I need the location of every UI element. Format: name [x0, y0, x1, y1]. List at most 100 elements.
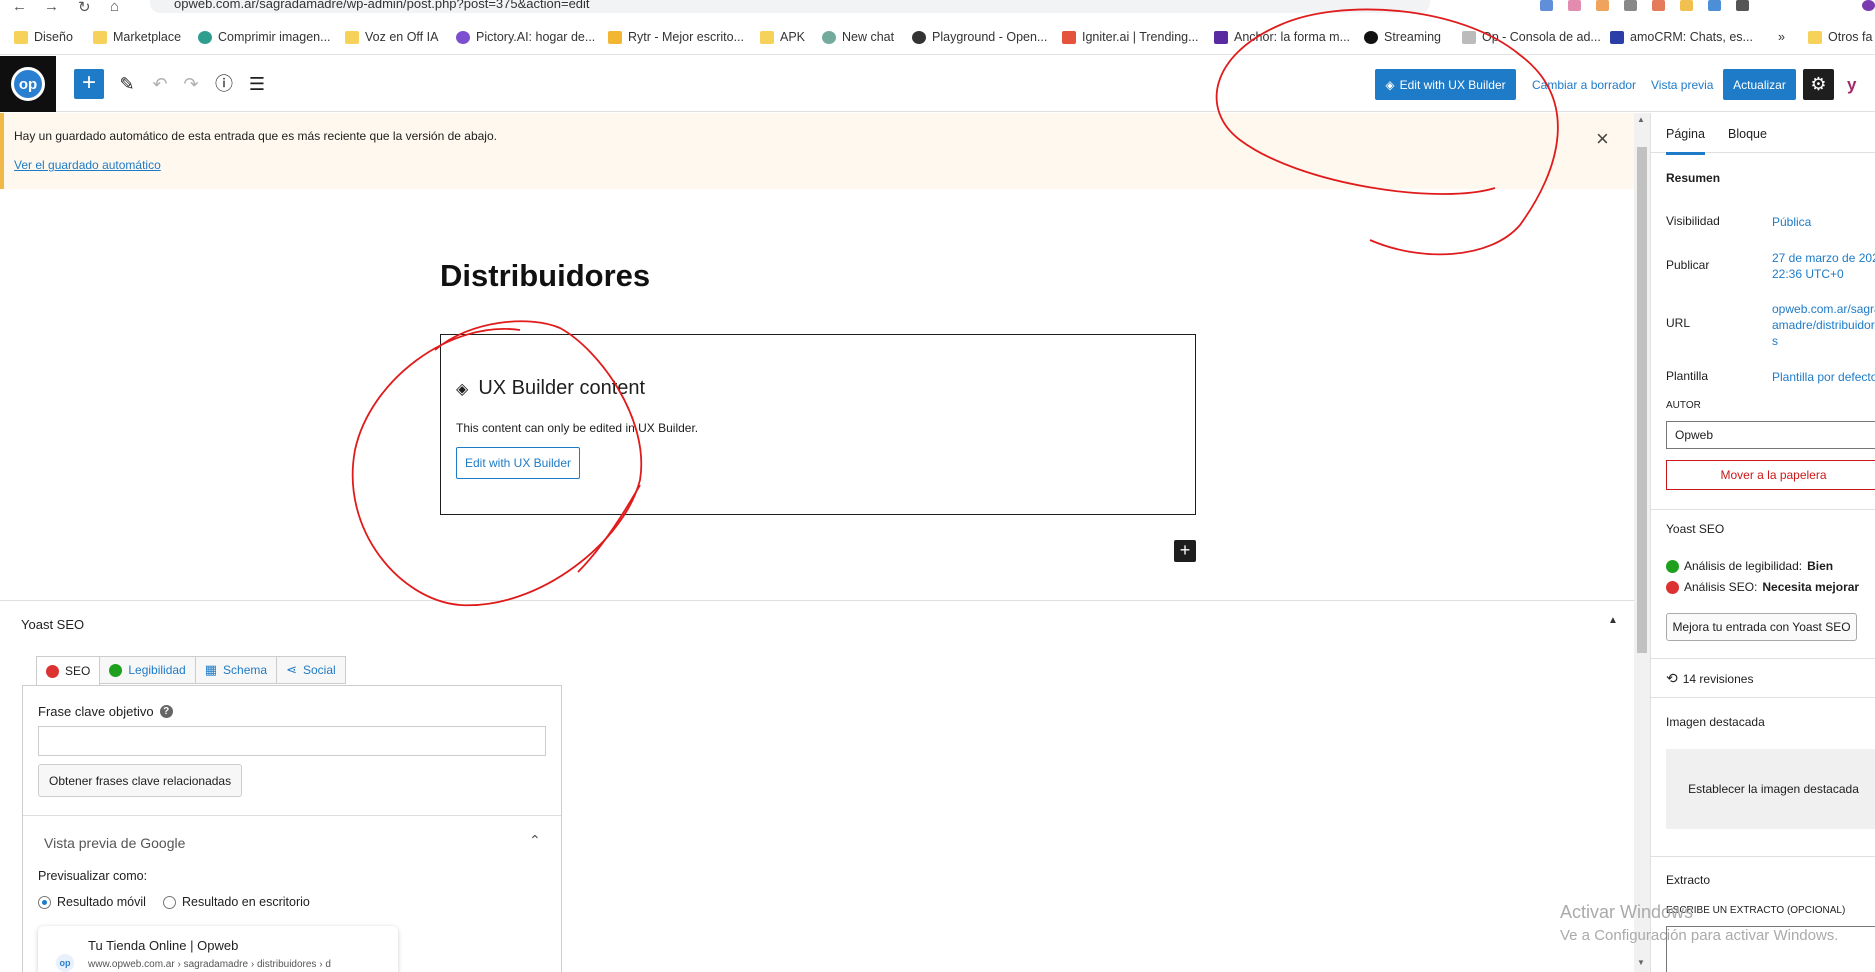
bookmark-item[interactable]: Streaming	[1364, 30, 1441, 44]
revisions-link[interactable]: ⟲ 14 revisiones	[1666, 670, 1753, 687]
extension-icon[interactable]	[1568, 0, 1581, 11]
tab-social[interactable]: ⋖ Social	[277, 656, 346, 684]
add-block-button[interactable]: +	[74, 69, 104, 99]
bookmark-item[interactable]: Otros fa	[1808, 30, 1872, 44]
improve-with-yoast-button[interactable]: Mejora tu entrada con Yoast SEO	[1666, 613, 1857, 641]
bookmark-item[interactable]: Playground - Open...	[912, 30, 1047, 44]
bookmark-item[interactable]: Anchor: la forma m...	[1214, 30, 1350, 44]
openai-icon	[912, 30, 926, 44]
tab-page[interactable]: Página	[1666, 127, 1705, 155]
undo-icon[interactable]: ↶	[146, 70, 174, 98]
editor-toolbar: op + ✎ ↶ ↷ ⓘ ☰ ◈ Edit with UX Builder Cam…	[0, 56, 1875, 112]
yoast-tabs: SEO Legibilidad ▦ Schema ⋖ Social	[36, 656, 346, 686]
bookmark-item[interactable]: Op - Consola de ad...	[1462, 30, 1601, 44]
switch-to-draft-button[interactable]: Cambiar a borrador	[1532, 78, 1636, 92]
extension-icon[interactable]	[1596, 0, 1609, 11]
extension-icon[interactable]	[1708, 0, 1721, 11]
yoast-metabox: Yoast SEO ▲ SEO Legibilidad ▦ Schema ⋖ Soc…	[0, 600, 1634, 972]
yoast-icon[interactable]: y	[1841, 69, 1875, 100]
autosave-notice: Hay un guardado automático de esta entra…	[0, 113, 1634, 189]
related-keyphrases-button[interactable]: Obtener frases clave relacionadas	[38, 764, 243, 797]
collapse-icon[interactable]: ▲	[1608, 615, 1618, 626]
info-icon[interactable]: ⓘ	[210, 70, 238, 98]
extension-icon[interactable]	[1680, 0, 1693, 11]
desktop-result-radio[interactable]: Resultado en escritorio	[163, 895, 310, 909]
publish-date[interactable]: 27 de marzo de 202	[1772, 250, 1875, 266]
post-title[interactable]: Distribuidores	[440, 258, 650, 294]
focus-keyphrase-label: Frase clave objetivo?	[38, 704, 173, 719]
set-featured-image-button[interactable]: Establecer la imagen destacada	[1666, 749, 1875, 829]
settings-gear-icon[interactable]: ⚙	[1803, 69, 1834, 100]
yoast-panel-heading[interactable]: Yoast SEO	[1666, 522, 1724, 536]
tab-seo[interactable]: SEO	[36, 656, 101, 686]
ux-builder-heading: ◈ UX Builder content	[456, 377, 646, 399]
url-label: URL	[1666, 316, 1691, 330]
url-value[interactable]: opweb.com.ar/sagra	[1772, 301, 1875, 317]
author-select[interactable]: Opweb	[1666, 421, 1875, 449]
bookmark-overflow[interactable]: »	[1778, 30, 1785, 44]
help-icon[interactable]: ?	[159, 705, 173, 718]
bookmark-item[interactable]: Igniter.ai | Trending...	[1062, 30, 1199, 44]
extension-icon[interactable]	[1540, 0, 1553, 11]
scrollbar-thumb[interactable]	[1637, 147, 1647, 653]
url-field[interactable]: opweb.com.ar/sagradamadre/wp-admin/post.…	[150, 0, 1430, 13]
google-preview-heading[interactable]: Vista previa de Google	[44, 835, 185, 851]
inline-add-block-button[interactable]: +	[1174, 540, 1196, 562]
ux-builder-block[interactable]: ◈ UX Builder content This content can onl…	[440, 334, 1196, 515]
extension-icon[interactable]	[1624, 0, 1637, 11]
pencil-icon[interactable]: ✎	[113, 70, 141, 98]
list-view-icon[interactable]: ☰	[243, 70, 271, 98]
redo-icon[interactable]: ↷	[177, 70, 205, 98]
tab-readability[interactable]: Legibilidad	[100, 656, 196, 684]
edit-ux-builder-block-button[interactable]: Edit with UX Builder	[456, 447, 580, 479]
chevron-up-icon[interactable]: ⌃	[529, 832, 541, 849]
url-value[interactable]: s	[1772, 333, 1875, 349]
editor-scrollbar[interactable]: ▲ ▼	[1634, 113, 1650, 972]
streaming-icon	[1364, 30, 1378, 44]
metabox-title: Yoast SEO	[21, 617, 85, 632]
mobile-result-radio[interactable]: Resultado móvil	[38, 895, 146, 909]
summary-heading[interactable]: Resumen	[1666, 171, 1720, 185]
ux-builder-icon: ◈	[456, 380, 469, 398]
url-value[interactable]: amadre/distribuidor	[1772, 317, 1875, 333]
bookmark-item[interactable]: Diseño	[14, 30, 73, 44]
scroll-up-icon[interactable]: ▲	[1637, 115, 1645, 124]
google-snippet-card: op Tu Tienda Online | Opweb www.opweb.co…	[38, 926, 398, 972]
folder-icon	[93, 30, 107, 44]
folder-icon	[760, 30, 774, 44]
reload-icon[interactable]: ↻	[78, 0, 91, 16]
excerpt-heading[interactable]: Extracto	[1666, 873, 1710, 887]
extensions-puzzle-icon[interactable]	[1736, 0, 1749, 11]
openai-icon	[822, 30, 836, 44]
visibility-value[interactable]: Pública	[1772, 214, 1875, 230]
close-icon[interactable]: ×	[1596, 126, 1609, 152]
bookmark-item[interactable]: New chat	[822, 30, 894, 44]
home-icon[interactable]: ⌂	[110, 0, 119, 15]
bookmark-item[interactable]: Rytr - Mejor escrito...	[608, 30, 744, 44]
move-to-trash-button[interactable]: Mover a la papelera	[1666, 460, 1875, 490]
watermark-line: Activar Windows	[1560, 902, 1694, 922]
sad-face-icon	[1666, 580, 1679, 594]
view-autosave-link[interactable]: Ver el guardado automático	[14, 158, 161, 172]
tab-block[interactable]: Bloque	[1728, 127, 1767, 141]
featured-image-heading[interactable]: Imagen destacada	[1666, 715, 1765, 729]
bookmark-item[interactable]: Pictory.AI: hogar de...	[456, 30, 595, 44]
forward-icon[interactable]: →	[44, 0, 59, 15]
bookmark-item[interactable]: Comprimir imagen...	[198, 30, 331, 44]
template-value[interactable]: Plantilla por defecto	[1772, 369, 1875, 385]
tab-schema[interactable]: ▦ Schema	[195, 656, 278, 684]
bookmark-item[interactable]: Voz en Off IA	[345, 30, 438, 44]
update-button[interactable]: Actualizar	[1723, 69, 1796, 100]
scroll-down-icon[interactable]: ▼	[1637, 958, 1645, 967]
bookmark-item[interactable]: Marketplace	[93, 30, 181, 44]
edit-ux-builder-button[interactable]: ◈ Edit with UX Builder	[1375, 69, 1516, 100]
preview-button[interactable]: Vista previa	[1651, 78, 1713, 92]
bookmark-item[interactable]: amoCRM: Chats, es...	[1610, 30, 1753, 44]
site-logo[interactable]: op	[0, 56, 56, 112]
focus-keyphrase-input[interactable]	[38, 726, 546, 756]
back-icon[interactable]: ←	[12, 0, 27, 15]
publish-time[interactable]: 22:36 UTC+0	[1772, 266, 1875, 282]
extension-icon[interactable]	[1652, 0, 1665, 11]
profile-avatar[interactable]	[1862, 0, 1875, 11]
bookmark-item[interactable]: APK	[760, 30, 805, 44]
